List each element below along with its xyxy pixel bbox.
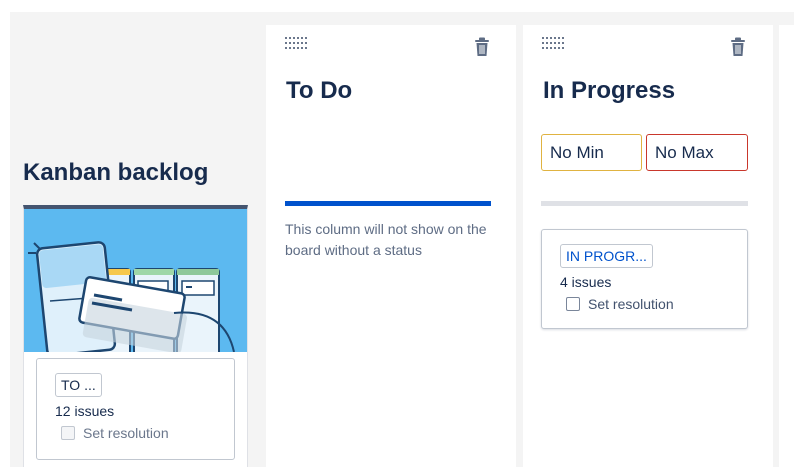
column-in-progress: In Progress No Min No Max IN PROGR... 4 … xyxy=(523,25,773,467)
issue-count: 12 issues xyxy=(55,403,115,419)
backlog-title: Kanban backlog xyxy=(23,159,209,186)
min-limit-field[interactable]: No Min xyxy=(541,134,642,171)
set-resolution-label: Set resolution xyxy=(588,296,674,312)
in-progress-status-card[interactable]: IN PROGR... 4 issues Set resolution xyxy=(541,229,748,329)
set-resolution-toggle[interactable]: Set resolution xyxy=(566,296,674,312)
issue-count: 4 issues xyxy=(560,274,612,290)
backlog-column: Kanban backlog TO ... 12 issues Set reso… xyxy=(10,12,255,467)
drag-handle-icon[interactable] xyxy=(542,37,566,51)
trash-icon[interactable] xyxy=(730,37,746,57)
backlog-status-card: TO ... 12 issues Set resolution xyxy=(36,358,235,460)
column-todo: To Do This column will not show on the b… xyxy=(266,25,516,467)
set-resolution-label: Set resolution xyxy=(83,425,169,441)
status-lozenge-in-progress[interactable]: IN PROGR... xyxy=(560,244,653,268)
set-resolution-checkbox[interactable] xyxy=(566,297,580,311)
status-lozenge-todo[interactable]: TO ... xyxy=(55,373,102,397)
column-color-bar xyxy=(541,201,748,206)
max-limit-field[interactable]: No Max xyxy=(646,134,748,171)
backlog-panel: TO ... 12 issues Set resolution xyxy=(23,205,248,467)
trash-icon[interactable] xyxy=(474,37,490,57)
column-color-bar xyxy=(285,201,491,206)
backlog-illustration xyxy=(24,209,247,352)
set-resolution-toggle[interactable]: Set resolution xyxy=(61,425,169,441)
no-status-note: This column will not show on the board w… xyxy=(285,221,487,258)
column-title-todo[interactable]: To Do xyxy=(286,77,352,105)
set-resolution-checkbox[interactable] xyxy=(61,426,75,440)
drag-handle-icon[interactable] xyxy=(285,37,309,51)
column-next-partial xyxy=(779,25,794,467)
column-title-in-progress[interactable]: In Progress xyxy=(543,77,675,105)
